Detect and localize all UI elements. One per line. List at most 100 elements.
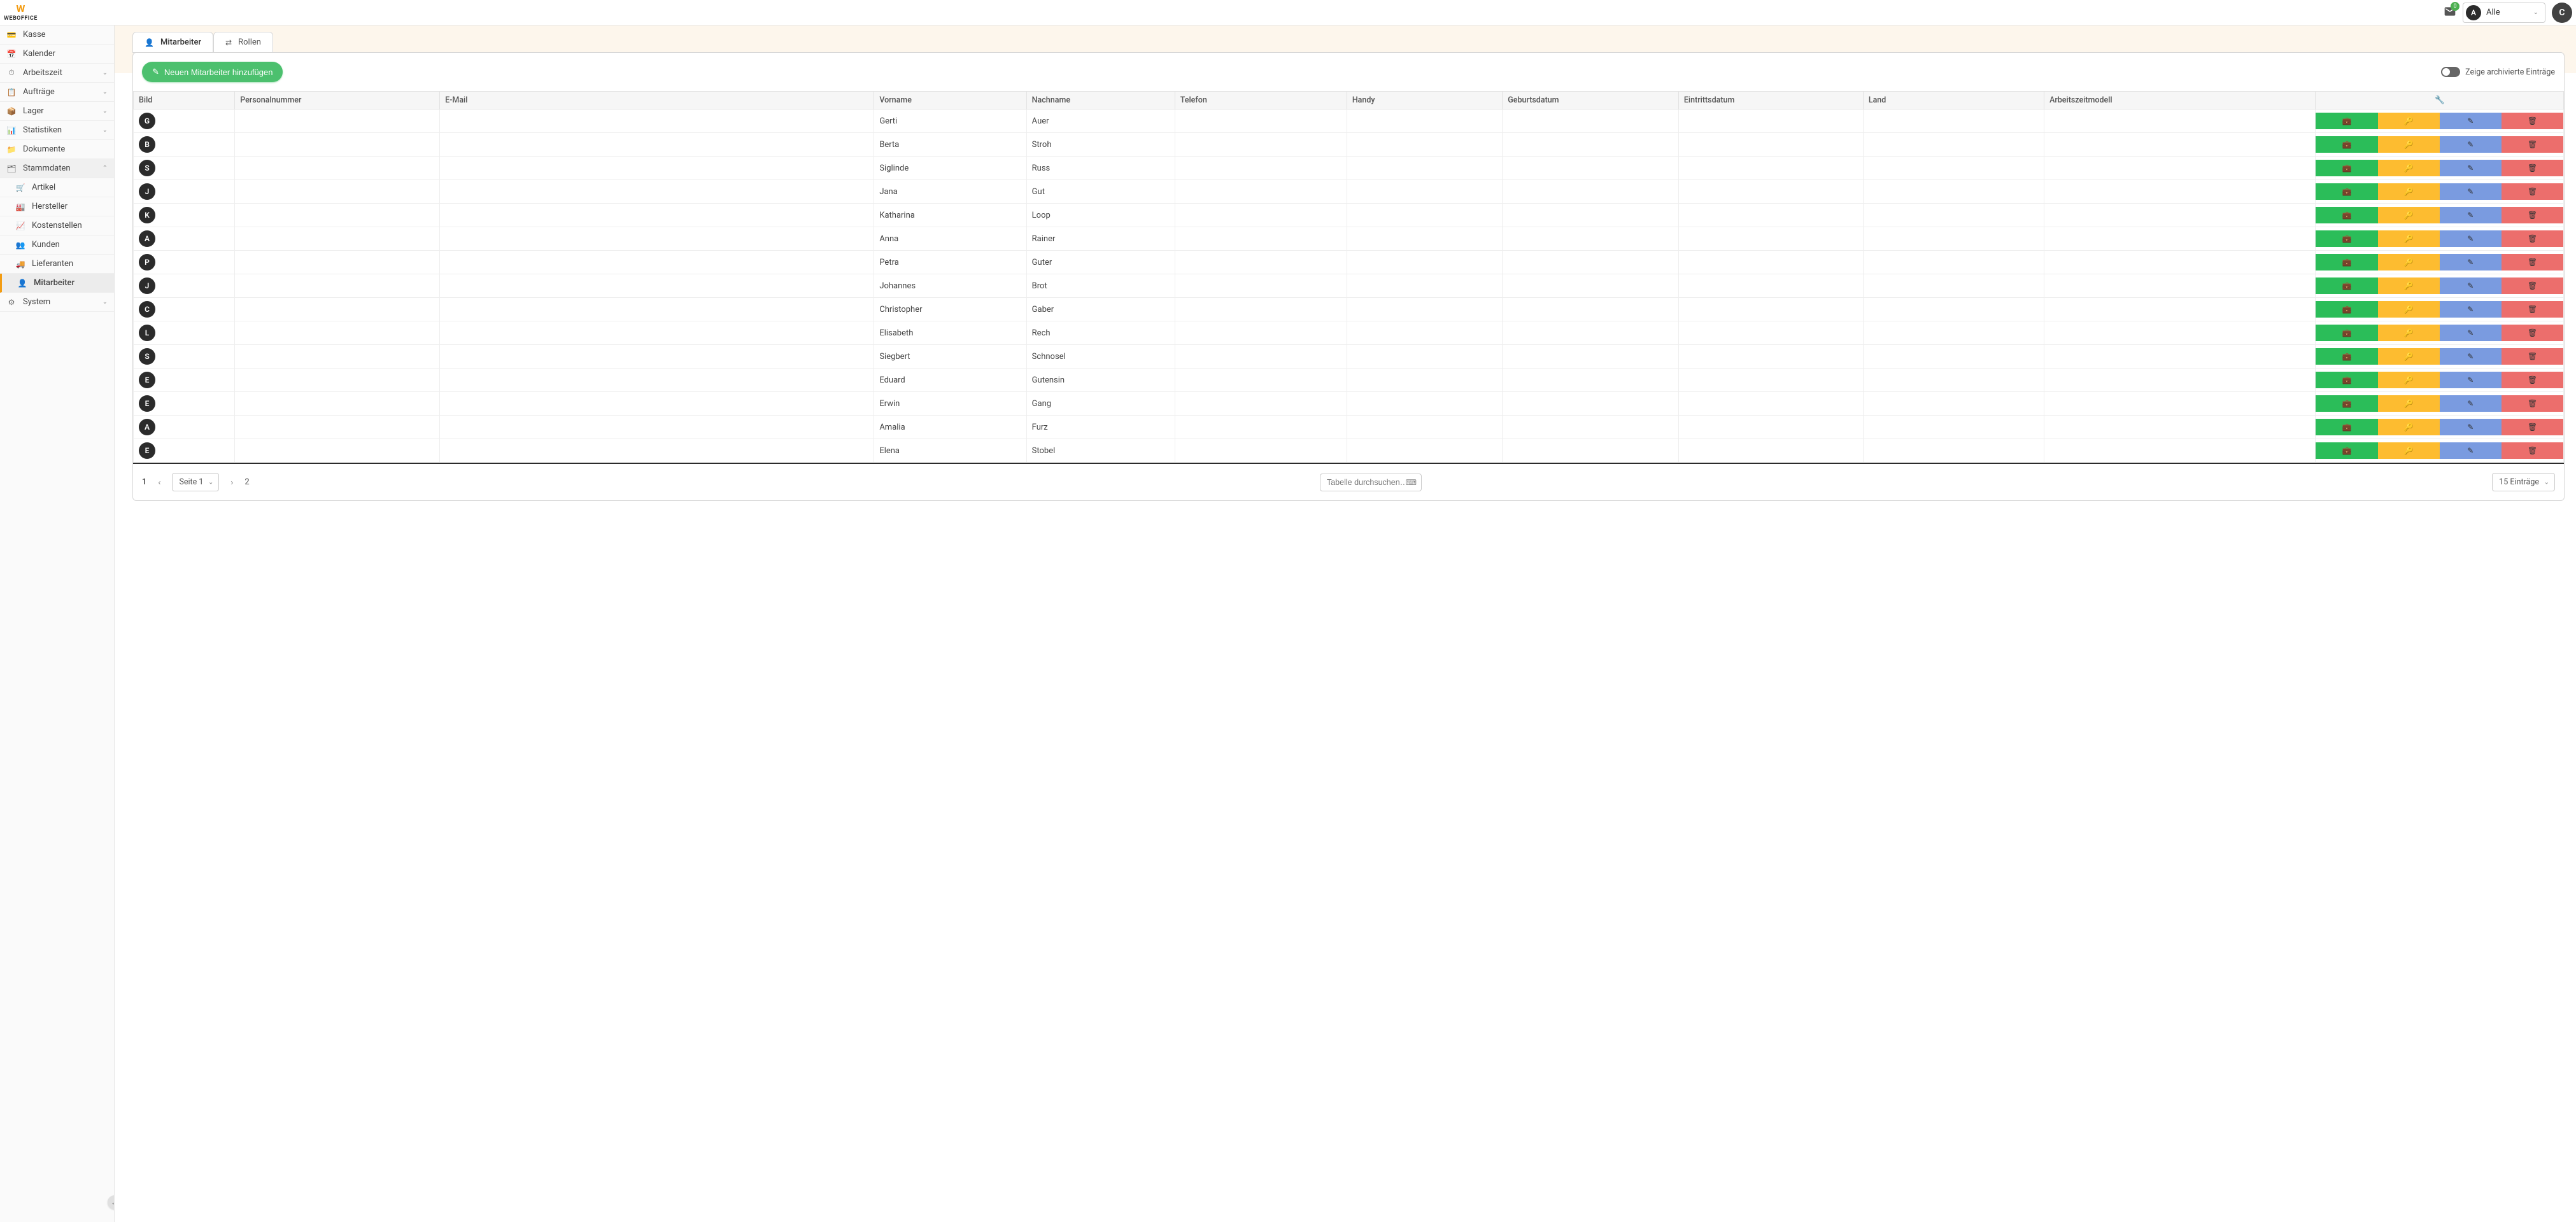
row-archive-button[interactable]: 💼 xyxy=(2316,136,2377,153)
row-edit-button[interactable]: ✎ xyxy=(2440,372,2502,388)
sidebar-item-kostenstellen[interactable]: 📈Kostenstellen xyxy=(0,216,114,235)
sidebar-item-mitarbeiter[interactable]: 👤Mitarbeiter xyxy=(0,274,114,293)
location-select[interactable]: A Alle ⌄ xyxy=(2463,3,2545,23)
row-key-button[interactable]: 🔑 xyxy=(2378,230,2440,247)
column-header[interactable]: Handy xyxy=(1347,92,1502,109)
sidebar-item-lieferanten[interactable]: 🚚Lieferanten xyxy=(0,255,114,274)
sidebar-item-system[interactable]: ⚙System⌄ xyxy=(0,293,114,312)
row-edit-button[interactable]: ✎ xyxy=(2440,395,2502,412)
row-delete-button[interactable]: 🗑 xyxy=(2502,254,2563,270)
row-key-button[interactable]: 🔑 xyxy=(2378,183,2440,200)
row-key-button[interactable]: 🔑 xyxy=(2378,113,2440,129)
row-edit-button[interactable]: ✎ xyxy=(2440,207,2502,223)
row-key-button[interactable]: 🔑 xyxy=(2378,254,2440,270)
row-archive-button[interactable]: 💼 xyxy=(2316,277,2377,294)
entries-per-page-select[interactable]: 15 Einträge ⌄ xyxy=(2492,473,2555,491)
sidebar-item-statistiken[interactable]: 📊Statistiken⌄ xyxy=(0,121,114,140)
row-archive-button[interactable]: 💼 xyxy=(2316,230,2377,247)
row-delete-button[interactable]: 🗑 xyxy=(2502,230,2563,247)
row-archive-button[interactable]: 💼 xyxy=(2316,183,2377,200)
column-header[interactable]: Geburtsdatum xyxy=(1503,92,1679,109)
row-archive-button[interactable]: 💼 xyxy=(2316,395,2377,412)
page-1-link[interactable]: 1 xyxy=(142,477,146,487)
row-edit-button[interactable]: ✎ xyxy=(2440,113,2502,129)
row-key-button[interactable]: 🔑 xyxy=(2378,348,2440,365)
row-key-button[interactable]: 🔑 xyxy=(2378,301,2440,318)
row-delete-button[interactable]: 🗑 xyxy=(2502,136,2563,153)
row-edit-button[interactable]: ✎ xyxy=(2440,325,2502,341)
row-delete-button[interactable]: 🗑 xyxy=(2502,442,2563,459)
tab-employees[interactable]: 👤 Mitarbeiter xyxy=(132,32,213,53)
row-archive-button[interactable]: 💼 xyxy=(2316,442,2377,459)
sidebar-item-arbeitszeit[interactable]: ⏱Arbeitszeit⌄ xyxy=(0,64,114,83)
sidebar-item-kasse[interactable]: 💳Kasse xyxy=(0,25,114,45)
row-archive-button[interactable]: 💼 xyxy=(2316,348,2377,365)
row-edit-button[interactable]: ✎ xyxy=(2440,419,2502,435)
user-avatar[interactable]: C xyxy=(2552,3,2572,23)
row-key-button[interactable]: 🔑 xyxy=(2378,395,2440,412)
row-archive-button[interactable]: 💼 xyxy=(2316,254,2377,270)
row-edit-button[interactable]: ✎ xyxy=(2440,348,2502,365)
page-prev-button[interactable]: ‹ xyxy=(155,475,163,489)
brand-logo[interactable]: W WEBOFFICE xyxy=(0,4,38,22)
page-select[interactable]: Seite 1 ⌄ xyxy=(172,473,219,491)
row-archive-button[interactable]: 💼 xyxy=(2316,113,2377,129)
row-archive-button[interactable]: 💼 xyxy=(2316,207,2377,223)
row-edit-button[interactable]: ✎ xyxy=(2440,160,2502,176)
row-key-button[interactable]: 🔑 xyxy=(2378,419,2440,435)
column-header[interactable]: Eintrittsdatum xyxy=(1678,92,1863,109)
column-header[interactable]: Arbeitszeitmodell xyxy=(2044,92,2316,109)
sidebar-item-kunden[interactable]: 👥Kunden xyxy=(0,235,114,255)
row-delete-button[interactable]: 🗑 xyxy=(2502,160,2563,176)
column-header[interactable]: Bild xyxy=(134,92,235,109)
row-edit-button[interactable]: ✎ xyxy=(2440,183,2502,200)
row-key-button[interactable]: 🔑 xyxy=(2378,277,2440,294)
sidebar-item-dokumente[interactable]: 📁Dokumente xyxy=(0,140,114,159)
row-key-button[interactable]: 🔑 xyxy=(2378,207,2440,223)
column-header[interactable]: Telefon xyxy=(1175,92,1347,109)
row-delete-button[interactable]: 🗑 xyxy=(2502,183,2563,200)
row-archive-button[interactable]: 💼 xyxy=(2316,419,2377,435)
page-next-button[interactable]: › xyxy=(228,475,236,489)
row-delete-button[interactable]: 🗑 xyxy=(2502,419,2563,435)
row-archive-button[interactable]: 💼 xyxy=(2316,301,2377,318)
add-employee-button[interactable]: ✎ Neuen Mitarbeiter hinzufügen xyxy=(142,62,283,82)
row-archive-button[interactable]: 💼 xyxy=(2316,325,2377,341)
row-edit-button[interactable]: ✎ xyxy=(2440,136,2502,153)
column-header[interactable]: Personalnummer xyxy=(235,92,440,109)
sidebar-item-stammdaten[interactable]: 🗂Stammdaten⌃ xyxy=(0,159,114,178)
row-edit-button[interactable]: ✎ xyxy=(2440,277,2502,294)
tab-roles[interactable]: ⇄ Rollen xyxy=(213,32,273,53)
sidebar-item-kalender[interactable]: 📅Kalender xyxy=(0,45,114,64)
row-delete-button[interactable]: 🗑 xyxy=(2502,207,2563,223)
actions-column-header[interactable]: 🔧 xyxy=(2316,92,2564,109)
sidebar-item-lager[interactable]: 📦Lager⌄ xyxy=(0,102,114,121)
sidebar-item-aufträge[interactable]: 📋Aufträge⌄ xyxy=(0,83,114,102)
row-key-button[interactable]: 🔑 xyxy=(2378,160,2440,176)
row-delete-button[interactable]: 🗑 xyxy=(2502,372,2563,388)
column-header[interactable]: Nachname xyxy=(1026,92,1175,109)
row-delete-button[interactable]: 🗑 xyxy=(2502,277,2563,294)
column-header[interactable]: E-Mail xyxy=(440,92,874,109)
row-delete-button[interactable]: 🗑 xyxy=(2502,301,2563,318)
page-2-link[interactable]: 2 xyxy=(244,477,249,487)
table-search[interactable]: ⌨ xyxy=(1320,474,1422,491)
row-key-button[interactable]: 🔑 xyxy=(2378,325,2440,341)
row-edit-button[interactable]: ✎ xyxy=(2440,230,2502,247)
archived-toggle[interactable] xyxy=(2441,67,2460,77)
row-archive-button[interactable]: 💼 xyxy=(2316,372,2377,388)
row-edit-button[interactable]: ✎ xyxy=(2440,442,2502,459)
sidebar-collapse-button[interactable]: ← xyxy=(108,1195,115,1209)
row-key-button[interactable]: 🔑 xyxy=(2378,372,2440,388)
row-key-button[interactable]: 🔑 xyxy=(2378,136,2440,153)
sidebar-item-artikel[interactable]: 🛒Artikel xyxy=(0,178,114,197)
column-header[interactable]: Land xyxy=(1863,92,2044,109)
column-header[interactable]: Vorname xyxy=(874,92,1026,109)
notifications-button[interactable]: 0 xyxy=(2444,5,2456,20)
row-edit-button[interactable]: ✎ xyxy=(2440,301,2502,318)
row-delete-button[interactable]: 🗑 xyxy=(2502,113,2563,129)
row-archive-button[interactable]: 💼 xyxy=(2316,160,2377,176)
row-delete-button[interactable]: 🗑 xyxy=(2502,395,2563,412)
row-key-button[interactable]: 🔑 xyxy=(2378,442,2440,459)
row-edit-button[interactable]: ✎ xyxy=(2440,254,2502,270)
